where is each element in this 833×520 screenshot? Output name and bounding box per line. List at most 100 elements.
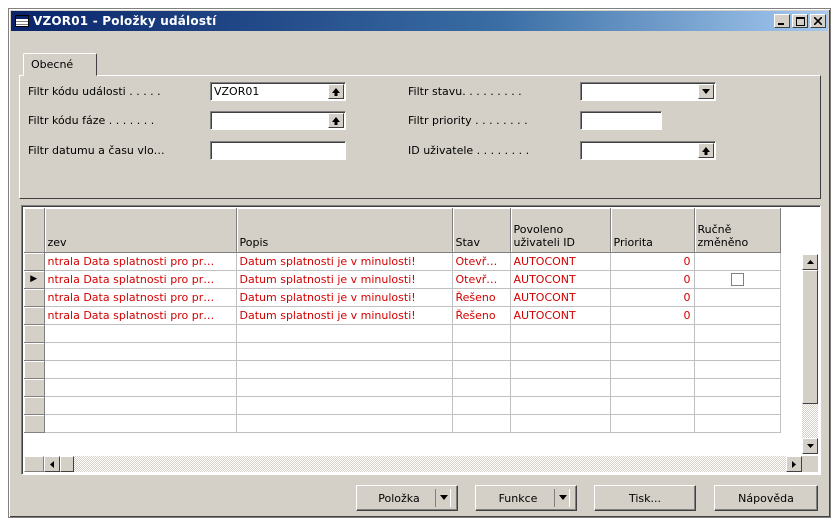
minimize-button[interactable]	[774, 14, 790, 28]
empty-cell[interactable]	[610, 360, 695, 379]
cell-name[interactable]: ntrala Data splatnosti pro pr…	[44, 270, 237, 289]
row-selector[interactable]	[24, 306, 45, 325]
row-selector[interactable]: ▶	[24, 270, 45, 289]
cell-name[interactable]: ntrala Data splatnosti pro pr…	[44, 252, 237, 271]
table-row[interactable]	[24, 324, 781, 343]
empty-cell[interactable]	[44, 396, 237, 415]
table-row[interactable]: ntrala Data splatnosti pro pr… Datum spla…	[24, 252, 781, 271]
cell-name[interactable]: ntrala Data splatnosti pro pr…	[44, 288, 237, 307]
row-selector[interactable]	[24, 324, 45, 343]
empty-cell[interactable]	[610, 378, 695, 397]
empty-cell[interactable]	[44, 342, 237, 361]
empty-cell[interactable]	[510, 360, 611, 379]
user-id-lookup-button[interactable]	[698, 143, 714, 158]
cell-manual[interactable]	[694, 270, 781, 289]
table-row[interactable]: ntrala Data splatnosti pro pr… Datum spla…	[24, 288, 781, 307]
empty-cell[interactable]	[452, 324, 511, 343]
empty-cell[interactable]	[510, 414, 611, 433]
cell-allowed-user[interactable]: AUTOCONT	[510, 252, 611, 271]
scroll-down-button[interactable]	[802, 438, 818, 454]
column-header-status[interactable]: Stav	[452, 208, 511, 253]
empty-cell[interactable]	[452, 342, 511, 361]
row-selector[interactable]	[24, 288, 45, 307]
cell-allowed-user[interactable]: AUTOCONT	[510, 288, 611, 307]
filter-event-code-field[interactable]: VZOR01	[210, 82, 346, 101]
empty-cell[interactable]	[610, 396, 695, 415]
table-row[interactable]	[24, 414, 781, 433]
cell-priority[interactable]: 0	[610, 288, 695, 307]
functions-menu-button[interactable]: Funkce	[475, 485, 577, 511]
cell-manual[interactable]	[694, 252, 781, 271]
cell-name[interactable]: ntrala Data splatnosti pro pr…	[44, 306, 237, 325]
scroll-left-button[interactable]	[44, 456, 60, 472]
empty-cell[interactable]	[694, 414, 781, 433]
filter-phase-code-lookup-button[interactable]	[328, 113, 344, 128]
close-button[interactable]	[810, 14, 826, 28]
cell-status[interactable]: Řešeno	[452, 306, 511, 325]
empty-cell[interactable]	[452, 378, 511, 397]
row-selector-header[interactable]	[24, 208, 45, 253]
cell-description[interactable]: Datum splatnosti je v minulosti!	[236, 288, 453, 307]
horizontal-scrollbar[interactable]	[44, 456, 802, 472]
row-selector[interactable]	[24, 414, 45, 433]
cell-status[interactable]: Otevř…	[452, 252, 511, 271]
empty-cell[interactable]	[44, 378, 237, 397]
empty-cell[interactable]	[694, 360, 781, 379]
empty-cell[interactable]	[694, 342, 781, 361]
filter-status-dropdown-button[interactable]	[698, 84, 714, 99]
cell-allowed-user[interactable]: AUTOCONT	[510, 270, 611, 289]
cell-manual[interactable]	[694, 288, 781, 307]
empty-cell[interactable]	[44, 414, 237, 433]
column-header-allowed-user[interactable]: Povoleno uživateli ID	[510, 208, 611, 253]
column-header-priority[interactable]: Priorita	[610, 208, 695, 253]
maximize-button[interactable]	[792, 14, 808, 28]
empty-cell[interactable]	[44, 360, 237, 379]
table-row[interactable]	[24, 360, 781, 379]
cell-priority[interactable]: 0	[610, 252, 695, 271]
vertical-scrollbar[interactable]	[802, 254, 818, 454]
tab-obecne[interactable]: Obecné	[23, 53, 97, 76]
cell-status[interactable]: Řešeno	[452, 288, 511, 307]
cell-priority[interactable]: 0	[610, 270, 695, 289]
cell-manual[interactable]	[694, 306, 781, 325]
cell-description[interactable]: Datum splatnosti je v minulosti!	[236, 270, 453, 289]
title-bar[interactable]: VZOR01 - Položky událostí	[11, 11, 828, 31]
row-selector[interactable]	[24, 342, 45, 361]
empty-cell[interactable]	[452, 414, 511, 433]
filter-event-code-lookup-button[interactable]	[328, 84, 344, 99]
row-selector[interactable]	[24, 252, 45, 271]
functions-menu-dropdown[interactable]	[554, 489, 570, 507]
column-header-description[interactable]: Popis	[236, 208, 453, 253]
row-selector[interactable]	[24, 396, 45, 415]
manual-changed-checkbox[interactable]	[730, 272, 744, 286]
empty-cell[interactable]	[510, 378, 611, 397]
horizontal-scroll-thumb[interactable]	[60, 456, 74, 472]
empty-cell[interactable]	[236, 378, 453, 397]
empty-cell[interactable]	[236, 324, 453, 343]
entry-menu-button[interactable]: Položka	[356, 485, 458, 511]
table-row[interactable]: ntrala Data splatnosti pro pr… Datum spla…	[24, 306, 781, 325]
scroll-right-button[interactable]	[786, 456, 802, 472]
empty-cell[interactable]	[610, 324, 695, 343]
vertical-scroll-thumb[interactable]	[802, 270, 818, 404]
empty-cell[interactable]	[236, 414, 453, 433]
empty-cell[interactable]	[236, 396, 453, 415]
empty-cell[interactable]	[610, 414, 695, 433]
empty-cell[interactable]	[44, 324, 237, 343]
column-header-name[interactable]: zev	[44, 208, 237, 253]
filter-phase-code-field[interactable]	[210, 111, 346, 130]
filter-status-select[interactable]	[580, 82, 716, 101]
filter-datetime-field[interactable]	[210, 141, 346, 160]
user-id-field[interactable]	[580, 141, 716, 160]
column-header-manual[interactable]: Ručně změněno	[694, 208, 781, 253]
entry-menu-dropdown[interactable]	[435, 489, 451, 507]
empty-cell[interactable]	[510, 324, 611, 343]
row-selector[interactable]	[24, 360, 45, 379]
table-row[interactable]	[24, 378, 781, 397]
print-button[interactable]: Tisk...	[594, 485, 696, 511]
table-row[interactable]: ▶ ntrala Data splatnosti pro pr… Datum spl…	[24, 270, 781, 289]
cell-allowed-user[interactable]: AUTOCONT	[510, 306, 611, 325]
cell-description[interactable]: Datum splatnosti je v minulosti!	[236, 252, 453, 271]
empty-cell[interactable]	[452, 396, 511, 415]
scroll-up-button[interactable]	[802, 254, 818, 270]
